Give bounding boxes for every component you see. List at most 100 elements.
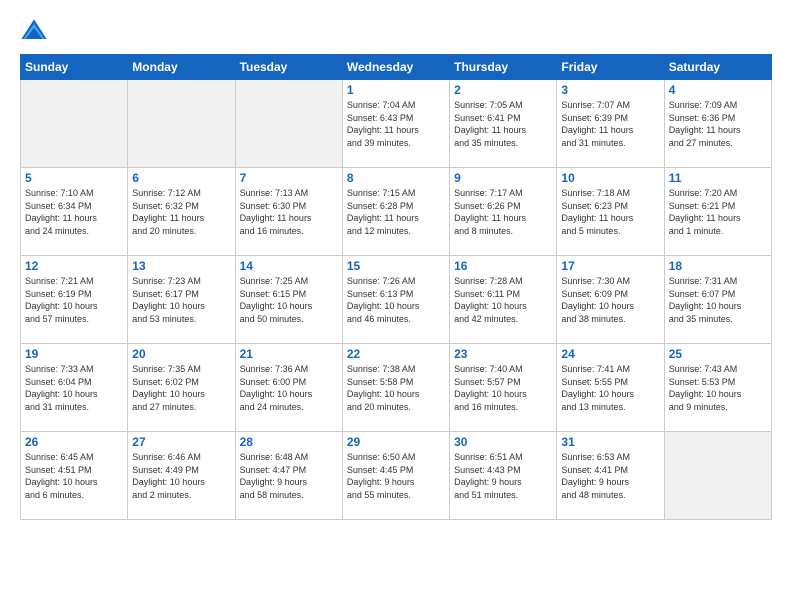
calendar-cell: 4 Sunrise: 7:09 AM Sunset: 6:36 PM Daylig…: [664, 80, 771, 168]
day-number: 22: [347, 347, 445, 361]
day-header-monday: Monday: [128, 55, 235, 80]
day-info: Sunrise: 7:26 AM Sunset: 6:13 PM Dayligh…: [347, 275, 445, 325]
day-info: Sunrise: 7:41 AM Sunset: 5:55 PM Dayligh…: [561, 363, 659, 413]
day-info: Sunrise: 7:13 AM Sunset: 6:30 PM Dayligh…: [240, 187, 338, 237]
calendar-cell: 21Sunrise: 7:36 AM Sunset: 6:00 PM Dayli…: [235, 344, 342, 432]
calendar-cell: 30 Sunrise: 6:51 AM Sunset: 4:43 PM Dayli…: [450, 432, 557, 520]
calendar-cell: 2 Sunrise: 7:05 AM Sunset: 6:41 PM Daylig…: [450, 80, 557, 168]
day-number: 2: [454, 83, 552, 97]
calendar-cell: 29 Sunrise: 6:50 AM Sunset: 4:45 PM Dayli…: [342, 432, 449, 520]
calendar-cell: 31 Sunrise: 6:53 AM Sunset: 4:41 PM Dayli…: [557, 432, 664, 520]
day-info: Sunrise: 6:51 AM Sunset: 4:43 PM Dayligh…: [454, 451, 552, 501]
calendar-cell: 15 Sunrise: 7:26 AM Sunset: 6:13 PM Dayli…: [342, 256, 449, 344]
calendar-cell: 26 Sunrise: 6:45 AM Sunset: 4:51 PM Dayli…: [21, 432, 128, 520]
calendar-header-row: SundayMondayTuesdayWednesdayThursdayFrid…: [21, 55, 772, 80]
day-number: 13: [132, 259, 230, 273]
calendar-cell: 17 Sunrise: 7:30 AM Sunset: 6:09 PM Dayli…: [557, 256, 664, 344]
day-info: Sunrise: 7:23 AM Sunset: 6:17 PM Dayligh…: [132, 275, 230, 325]
day-number: 31: [561, 435, 659, 449]
day-number: 11: [669, 171, 767, 185]
calendar-cell: 24 Sunrise: 7:41 AM Sunset: 5:55 PM Dayli…: [557, 344, 664, 432]
day-number: 21: [240, 347, 338, 361]
calendar-cell: 16 Sunrise: 7:28 AM Sunset: 6:11 PM Dayli…: [450, 256, 557, 344]
calendar-cell: [128, 80, 235, 168]
day-number: 5: [25, 171, 123, 185]
day-number: 14: [240, 259, 338, 273]
logo-icon: [20, 18, 48, 46]
day-number: 10: [561, 171, 659, 185]
day-header-thursday: Thursday: [450, 55, 557, 80]
day-number: 8: [347, 171, 445, 185]
day-number: 28: [240, 435, 338, 449]
calendar-cell: 20Sunrise: 7:35 AM Sunset: 6:02 PM Dayli…: [128, 344, 235, 432]
calendar-cell: [664, 432, 771, 520]
calendar-cell: 8 Sunrise: 7:15 AM Sunset: 6:28 PM Daylig…: [342, 168, 449, 256]
day-header-sunday: Sunday: [21, 55, 128, 80]
day-info: Sunrise: 7:05 AM Sunset: 6:41 PM Dayligh…: [454, 99, 552, 149]
day-number: 25: [669, 347, 767, 361]
day-info: Sunrise: 7:15 AM Sunset: 6:28 PM Dayligh…: [347, 187, 445, 237]
day-number: 4: [669, 83, 767, 97]
calendar: SundayMondayTuesdayWednesdayThursdayFrid…: [20, 54, 772, 520]
calendar-cell: 13 Sunrise: 7:23 AM Sunset: 6:17 PM Dayli…: [128, 256, 235, 344]
calendar-cell: 6 Sunrise: 7:12 AM Sunset: 6:32 PM Daylig…: [128, 168, 235, 256]
day-number: 26: [25, 435, 123, 449]
calendar-week-3: 19 Sunrise: 7:33 AM Sunset: 6:04 PM Dayli…: [21, 344, 772, 432]
logo: [20, 18, 50, 46]
day-number: 24: [561, 347, 659, 361]
calendar-cell: 23 Sunrise: 7:40 AM Sunset: 5:57 PM Dayli…: [450, 344, 557, 432]
calendar-cell: 22 Sunrise: 7:38 AM Sunset: 5:58 PM Dayli…: [342, 344, 449, 432]
calendar-cell: 18 Sunrise: 7:31 AM Sunset: 6:07 PM Dayli…: [664, 256, 771, 344]
day-number: 7: [240, 171, 338, 185]
day-number: 12: [25, 259, 123, 273]
calendar-cell: [21, 80, 128, 168]
day-number: 1: [347, 83, 445, 97]
day-info: Sunrise: 7:31 AM Sunset: 6:07 PM Dayligh…: [669, 275, 767, 325]
calendar-cell: 9 Sunrise: 7:17 AM Sunset: 6:26 PM Daylig…: [450, 168, 557, 256]
day-number: 19: [25, 347, 123, 361]
calendar-week-4: 26 Sunrise: 6:45 AM Sunset: 4:51 PM Dayli…: [21, 432, 772, 520]
day-number: 23: [454, 347, 552, 361]
day-number: 15: [347, 259, 445, 273]
day-info: Sunrise: 7:30 AM Sunset: 6:09 PM Dayligh…: [561, 275, 659, 325]
day-number: 17: [561, 259, 659, 273]
calendar-cell: 14Sunrise: 7:25 AM Sunset: 6:15 PM Dayli…: [235, 256, 342, 344]
day-info: Sunrise: 7:04 AM Sunset: 6:43 PM Dayligh…: [347, 99, 445, 149]
day-number: 6: [132, 171, 230, 185]
day-number: 27: [132, 435, 230, 449]
calendar-cell: 7 Sunrise: 7:13 AM Sunset: 6:30 PM Daylig…: [235, 168, 342, 256]
calendar-cell: [235, 80, 342, 168]
calendar-cell: 10Sunrise: 7:18 AM Sunset: 6:23 PM Dayli…: [557, 168, 664, 256]
day-info: Sunrise: 6:53 AM Sunset: 4:41 PM Dayligh…: [561, 451, 659, 501]
day-info: Sunrise: 6:48 AM Sunset: 4:47 PM Dayligh…: [240, 451, 338, 501]
day-number: 16: [454, 259, 552, 273]
day-info: Sunrise: 7:10 AM Sunset: 6:34 PM Dayligh…: [25, 187, 123, 237]
day-number: 29: [347, 435, 445, 449]
calendar-week-0: 1 Sunrise: 7:04 AM Sunset: 6:43 PM Daylig…: [21, 80, 772, 168]
day-number: 30: [454, 435, 552, 449]
calendar-week-1: 5 Sunrise: 7:10 AM Sunset: 6:34 PM Daylig…: [21, 168, 772, 256]
day-info: Sunrise: 7:07 AM Sunset: 6:39 PM Dayligh…: [561, 99, 659, 149]
day-info: Sunrise: 7:28 AM Sunset: 6:11 PM Dayligh…: [454, 275, 552, 325]
day-header-tuesday: Tuesday: [235, 55, 342, 80]
day-info: Sunrise: 7:21 AM Sunset: 6:19 PM Dayligh…: [25, 275, 123, 325]
day-info: Sunrise: 7:38 AM Sunset: 5:58 PM Dayligh…: [347, 363, 445, 413]
day-number: 18: [669, 259, 767, 273]
day-info: Sunrise: 6:50 AM Sunset: 4:45 PM Dayligh…: [347, 451, 445, 501]
calendar-cell: 11 Sunrise: 7:20 AM Sunset: 6:21 PM Dayli…: [664, 168, 771, 256]
calendar-cell: 3Sunrise: 7:07 AM Sunset: 6:39 PM Daylig…: [557, 80, 664, 168]
day-info: Sunrise: 7:12 AM Sunset: 6:32 PM Dayligh…: [132, 187, 230, 237]
day-info: Sunrise: 7:33 AM Sunset: 6:04 PM Dayligh…: [25, 363, 123, 413]
day-info: Sunrise: 7:40 AM Sunset: 5:57 PM Dayligh…: [454, 363, 552, 413]
calendar-cell: 27 Sunrise: 6:46 AM Sunset: 4:49 PM Dayli…: [128, 432, 235, 520]
day-info: Sunrise: 6:46 AM Sunset: 4:49 PM Dayligh…: [132, 451, 230, 501]
day-number: 20: [132, 347, 230, 361]
day-info: Sunrise: 7:17 AM Sunset: 6:26 PM Dayligh…: [454, 187, 552, 237]
calendar-cell: 19 Sunrise: 7:33 AM Sunset: 6:04 PM Dayli…: [21, 344, 128, 432]
day-info: Sunrise: 6:45 AM Sunset: 4:51 PM Dayligh…: [25, 451, 123, 501]
calendar-cell: 12 Sunrise: 7:21 AM Sunset: 6:19 PM Dayli…: [21, 256, 128, 344]
day-info: Sunrise: 7:20 AM Sunset: 6:21 PM Dayligh…: [669, 187, 767, 237]
calendar-cell: 25Sunrise: 7:43 AM Sunset: 5:53 PM Dayli…: [664, 344, 771, 432]
day-number: 9: [454, 171, 552, 185]
day-info: Sunrise: 7:09 AM Sunset: 6:36 PM Dayligh…: [669, 99, 767, 149]
